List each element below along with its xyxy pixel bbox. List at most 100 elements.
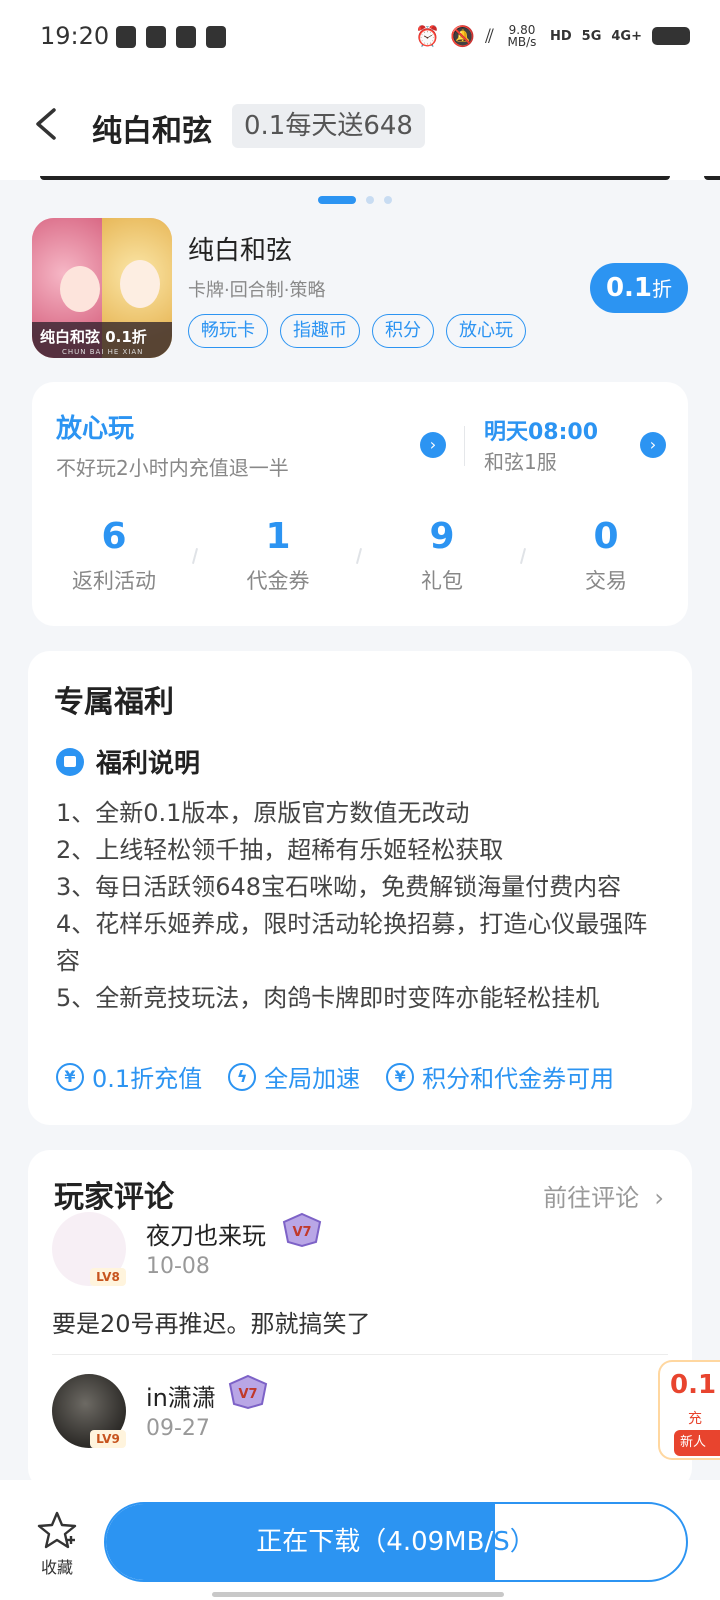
discount-unit: 折	[652, 277, 673, 301]
feature-speedup: ϟ 全局加速	[228, 1059, 360, 1094]
benefit-line: 2、上线轻松领千抽，超稀有乐姬轻松获取	[56, 836, 504, 864]
benefit-line: 5、全新竞技玩法，肉鸽卡牌即时变阵亦能轻松挂机	[56, 984, 600, 1012]
benefits-subheader: 福利说明	[56, 743, 200, 780]
divider	[464, 426, 465, 466]
benefit-line: 1、全新0.1版本，原版官方数值无改动	[56, 799, 470, 827]
benefits-subtitle: 福利说明	[96, 749, 201, 779]
signal-5g: 5G	[581, 28, 602, 44]
mute-icon: 🔕	[450, 24, 476, 48]
game-name: 纯白和弦	[188, 236, 293, 266]
bolt-icon	[206, 26, 226, 48]
hd-badge: HD	[550, 28, 572, 44]
feature-row: ¥ 0.1折充值 ϟ 全局加速 ¥ 积分和代金券可用	[56, 1059, 614, 1094]
download-progress-fill: 正在下载（4.09MB/S）	[106, 1504, 495, 1580]
chip-jifen[interactable]: 积分	[372, 314, 434, 348]
benefits-card: 专属福利 福利说明 1、全新0.1版本，原版官方数值无改动 2、上线轻松领千抽，…	[28, 651, 692, 1125]
app-notification-icon	[116, 26, 136, 48]
stat-rebate[interactable]: 6 返利活动	[32, 516, 199, 595]
level-badge: LV9	[90, 1430, 126, 1448]
carousel-dot	[384, 196, 392, 204]
stat-value: 9	[429, 516, 455, 557]
download-text: 正在下载（4.09MB/S）	[256, 1527, 494, 1557]
stat-label: 代金券	[246, 569, 310, 593]
vip-badge-icon: V7	[282, 1212, 322, 1248]
feature-label: 全局加速	[264, 1065, 361, 1093]
comment-divider	[52, 1354, 668, 1355]
feature-label: 0.1折充值	[92, 1065, 203, 1093]
page-title: 纯白和弦	[92, 114, 212, 149]
server-arrow-icon[interactable]: ›	[640, 432, 666, 458]
floating-promo[interactable]: 0.1 充 新人	[658, 1360, 720, 1460]
favorite-label: 收藏	[40, 1558, 73, 1577]
feature-label: 积分和代金券可用	[422, 1065, 615, 1093]
vip-badge-icon: V7	[228, 1374, 268, 1410]
feature-recharge: ¥ 0.1折充值	[56, 1059, 202, 1094]
server-name: 和弦1服	[484, 450, 557, 474]
stat-label: 交易	[585, 569, 627, 593]
status-system-icons: ⏰ 🔕 ⫽ 9.80 MB/s HD 5G 4G+	[415, 24, 690, 48]
goto-comments-link[interactable]: 前往评论 ›	[543, 1178, 664, 1213]
download-button[interactable]: 正在下载（4.09MB/S） 正在下载（4.09MB/S）	[104, 1502, 688, 1582]
promo-sub: 充	[688, 1411, 702, 1427]
discount-badge: 0.1折	[590, 263, 688, 313]
comment-text: 要是20号再推迟。那就搞笑了	[52, 1310, 371, 1338]
stat-trade[interactable]: 0 交易	[524, 516, 688, 595]
nfc-icon: ⫽	[485, 24, 494, 48]
alarm-icon: ⏰	[415, 24, 441, 48]
banner-image[interactable]	[40, 176, 670, 180]
comment-date: 10-08	[146, 1254, 210, 1279]
battery-icon	[652, 27, 690, 45]
server-open-time[interactable]: 明天08:00	[484, 414, 598, 446]
stat-gift[interactable]: 9 礼包	[360, 516, 527, 595]
carousel-dot	[366, 196, 374, 204]
star-plus-icon	[37, 1511, 77, 1549]
icon-art	[60, 266, 100, 312]
stat-value: 1	[265, 516, 291, 557]
lightning-icon: ϟ	[228, 1062, 257, 1091]
stat-label: 礼包	[421, 569, 463, 593]
comment-date: 09-27	[146, 1416, 210, 1441]
vip-level: V7	[238, 1387, 257, 1402]
game-icon: 纯白和弦 0.1折 CHUN BAI HE XIAN	[32, 218, 172, 358]
assurance-title[interactable]: 放心玩	[56, 408, 134, 445]
stat-voucher[interactable]: 1 代金券	[196, 516, 363, 595]
chip-changwanka[interactable]: 畅玩卡	[188, 314, 268, 348]
comments-title: 玩家评论	[54, 1180, 174, 1215]
cloud-icon	[176, 26, 196, 48]
home-indicator	[212, 1592, 504, 1597]
commenter-name: 夜刀也来玩	[146, 1222, 266, 1250]
assurance-arrow-icon[interactable]: ›	[420, 432, 446, 458]
icon-art	[120, 260, 160, 308]
back-arrow-icon[interactable]	[28, 104, 68, 144]
chevron-right-icon: ›	[646, 1184, 664, 1212]
status-notification-icons	[116, 26, 226, 48]
signal-4g: 4G+	[611, 28, 642, 44]
assurance-card: 放心玩 不好玩2小时内充值退一半 › 明天08:00 和弦1服 › 6 返利活动…	[32, 382, 688, 626]
discount-value: 0.1	[605, 273, 653, 303]
feature-points: ¥ 积分和代金券可用	[386, 1059, 614, 1094]
yen-icon: ¥	[386, 1062, 415, 1091]
stats-row: 6 返利活动 1 代金券 9 礼包 0 交易	[32, 516, 688, 595]
yen-icon: ¥	[56, 1062, 84, 1091]
chip-fangxinwan[interactable]: 放心玩	[446, 314, 526, 348]
commenter-name: in潇潇	[146, 1384, 216, 1412]
icon-caption-sub: CHUN BAI HE XIAN	[62, 348, 144, 356]
vip-level: V7	[292, 1225, 311, 1240]
status-time: 19:20	[40, 22, 110, 50]
favorite-button[interactable]: 收藏	[34, 1510, 80, 1578]
gift-icon	[56, 747, 84, 776]
stat-value: 6	[101, 516, 127, 557]
chip-zhiqubi[interactable]: 指趣币	[280, 314, 360, 348]
carousel-indicator	[318, 196, 392, 204]
benefits-title: 专属福利	[54, 685, 174, 720]
game-category-tags: 卡牌·回合制·策略	[188, 280, 326, 301]
benefit-line: 3、每日活跃领648宝石咪呦，免费解锁海量付费内容	[56, 873, 622, 901]
stat-value: 0	[593, 516, 619, 557]
banner-image-next[interactable]	[704, 176, 720, 180]
promo-badge: 0.1每天送648	[232, 104, 425, 148]
assurance-desc: 不好玩2小时内充值退一半	[56, 456, 289, 480]
promo-number: 0.1	[670, 1370, 717, 1400]
feature-chips: 畅玩卡 指趣币 积分 放心玩	[188, 314, 526, 348]
goto-comments-label: 前往评论	[543, 1184, 640, 1212]
level-badge: LV8	[90, 1268, 126, 1286]
